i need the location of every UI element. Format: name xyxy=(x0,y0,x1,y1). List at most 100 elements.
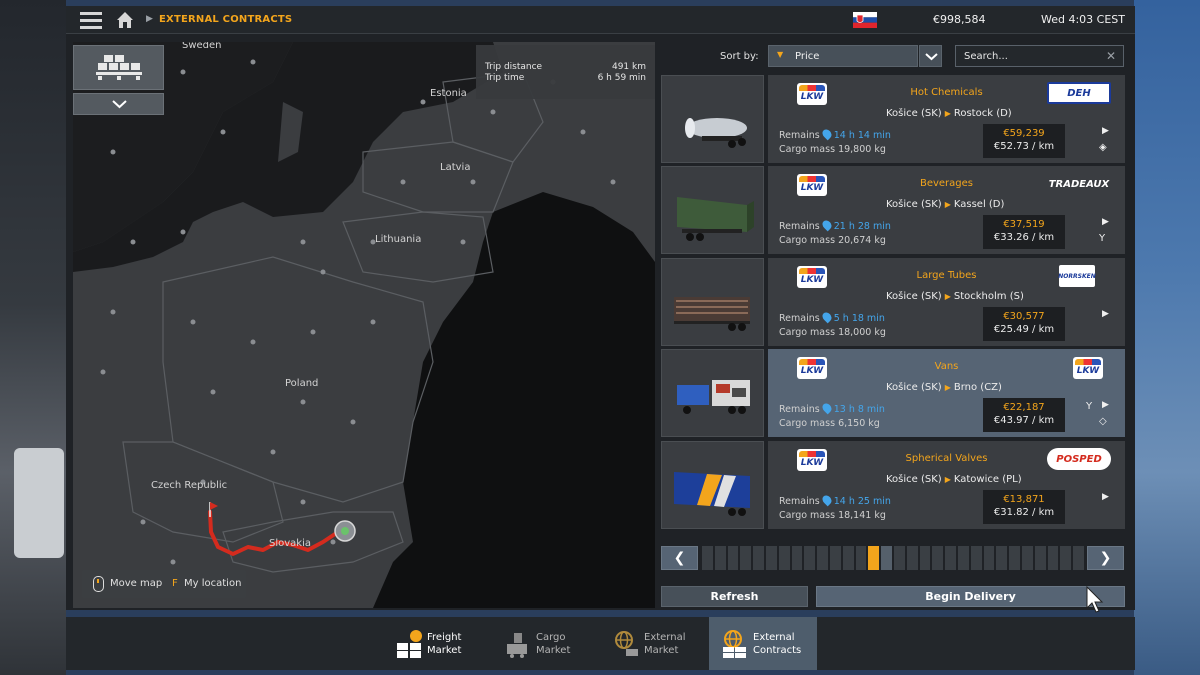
flatbed-tubes-trailer-image xyxy=(674,297,750,331)
refresh-button[interactable]: Refresh xyxy=(661,586,808,607)
job-pay: €37,519 xyxy=(1003,219,1045,230)
tab-cargo-market[interactable]: Cargo Market xyxy=(492,617,600,670)
page-segment xyxy=(919,546,931,570)
page-segment xyxy=(740,546,752,570)
tab-label: External Contracts xyxy=(753,632,802,656)
page-segment xyxy=(727,546,739,570)
sort-value: Price xyxy=(795,51,820,62)
external-market-globe-icon xyxy=(612,629,640,659)
map-label-czech-republic: Czech Republic xyxy=(151,480,228,491)
home-icon[interactable] xyxy=(115,10,135,30)
cargo-mass: Cargo mass 20,674 kg xyxy=(779,235,886,246)
job-pay: €30,577 xyxy=(1003,311,1045,322)
map-label-sweden: Sweden xyxy=(182,42,222,51)
route-map[interactable]: Sweden Estonia Latvia Lithuania Poland C… xyxy=(73,42,655,608)
job-info: LKW Vans Košice (SK) ▶ Brno (CZ) LKW Remai… xyxy=(768,349,1125,437)
route-text: Košice (SK) ▶ Brno (CZ) xyxy=(886,382,1002,393)
company-logo-tradeaux: TRADEAUX xyxy=(1048,178,1110,190)
trailer-thumbnail xyxy=(661,75,764,163)
page-segment xyxy=(1060,546,1072,570)
page-indicator[interactable] xyxy=(700,546,1086,570)
remaining-time: Remains 13 h 8 min xyxy=(779,401,885,415)
price-box: €22,187 €43.97 / km xyxy=(983,398,1065,432)
mouse-icon xyxy=(93,576,104,592)
mouse-cursor-icon xyxy=(1086,585,1104,618)
page-next-button[interactable]: ❯ xyxy=(1087,546,1124,570)
job-card[interactable]: LKW Spherical Valves Košice (SK) ▶ Katowic… xyxy=(661,441,1125,529)
page-segment xyxy=(702,546,713,570)
box-trailer-image xyxy=(674,472,750,516)
background-sky-right xyxy=(1134,0,1200,675)
route-text: Košice (SK) ▶ Rostock (D) xyxy=(886,108,1012,119)
job-pay: €22,187 xyxy=(1003,402,1045,413)
trailer-thumbnail xyxy=(661,258,764,346)
page-segment xyxy=(996,546,1008,570)
f-key-label: F xyxy=(172,578,178,589)
expand-button[interactable] xyxy=(73,93,164,115)
page-segment xyxy=(829,546,841,570)
freight-market-icon xyxy=(395,629,423,659)
page-segment xyxy=(881,546,892,570)
remaining-time: Remains 5 h 18 min xyxy=(779,310,885,324)
remaining-time: Remains 14 h 14 min xyxy=(779,127,891,141)
cargo-mass: Cargo mass 18,141 kg xyxy=(779,510,886,521)
page-segment xyxy=(791,546,803,570)
hamburger-menu-icon[interactable] xyxy=(80,12,102,30)
job-card[interactable]: LKW Beverages Košice (SK) ▶ Kassel (D) TRA… xyxy=(661,166,1125,254)
sort-label: Sort by: xyxy=(720,51,759,62)
external-contracts-globe-icon xyxy=(721,629,749,659)
map-label-estonia: Estonia xyxy=(430,88,467,99)
page-segment xyxy=(1009,546,1020,570)
job-card-selected[interactable]: LKW Vans Košice (SK) ▶ Brno (CZ) LKW Remai… xyxy=(661,349,1125,437)
cargo-market-icon xyxy=(504,629,532,659)
job-info: LKW Spherical Valves Košice (SK) ▶ Katowic… xyxy=(768,441,1125,529)
job-card[interactable]: LKW Hot Chemicals Košice (SK) ▶ Rostock (D… xyxy=(661,75,1125,163)
page-segment xyxy=(817,546,828,570)
job-per-km: €31.82 / km xyxy=(993,507,1055,518)
time-icon xyxy=(820,310,834,324)
sort-dropdown-button[interactable] xyxy=(919,45,942,67)
search-input[interactable]: Search... ✕ xyxy=(955,45,1124,67)
job-per-km: €25.49 / km xyxy=(993,324,1055,335)
move-map-label: Move map xyxy=(110,578,163,589)
route-arrow-icon: ▶ xyxy=(944,475,951,484)
page-segment xyxy=(957,546,969,570)
chevron-left-icon: ❮ xyxy=(673,550,686,566)
tab-freight-market[interactable]: Freight Market xyxy=(383,617,491,670)
valuable-cargo-icon: ◇ xyxy=(1099,416,1107,427)
page-prev-button[interactable]: ❮ xyxy=(661,546,698,570)
chevron-right-icon: ❯ xyxy=(1099,550,1112,566)
job-info: LKW Large Tubes Košice (SK) ▶ Stockholm (S… xyxy=(768,258,1125,346)
company-logo-posped: POSPED xyxy=(1047,448,1111,470)
trailer-thumbnail xyxy=(661,166,764,254)
page-segment-current xyxy=(868,546,880,570)
urgent-arrow-icon: ▶ xyxy=(1102,492,1109,502)
tab-label: Cargo Market xyxy=(536,632,571,656)
fragile-glass-icon: Y xyxy=(1086,401,1093,412)
clear-search-icon[interactable]: ✕ xyxy=(1106,49,1116,63)
page-segment xyxy=(906,546,918,570)
price-box: €13,871 €31.82 / km xyxy=(983,490,1065,524)
tab-external-contracts[interactable]: External Contracts xyxy=(709,617,817,670)
begin-delivery-button[interactable]: Begin Delivery xyxy=(816,586,1125,607)
sort-select[interactable]: ▼ Price xyxy=(768,45,918,67)
game-clock: Wed 4:03 CEST xyxy=(1041,13,1126,26)
tab-external-market[interactable]: External Market xyxy=(600,617,708,670)
cargo-mass: Cargo mass 6,150 kg xyxy=(779,418,880,429)
money-balance: €998,584 xyxy=(933,13,986,26)
map-label-poland: Poland xyxy=(285,378,319,389)
page-segment xyxy=(945,546,956,570)
cargo-mass: Cargo mass 18,000 kg xyxy=(779,327,886,338)
sort-triangle-icon: ▼ xyxy=(777,50,784,59)
route-arrow-icon: ▶ xyxy=(944,383,951,392)
company-logo-lkw: LKW xyxy=(1073,357,1103,379)
cargo-name: Vans xyxy=(934,361,959,372)
urgent-arrow-icon: ▶ xyxy=(1102,309,1109,319)
page-segment xyxy=(1047,546,1059,570)
job-per-km: €43.97 / km xyxy=(993,415,1055,426)
trailer-view-button[interactable] xyxy=(73,45,164,90)
chevron-down-icon xyxy=(925,53,938,61)
map-label-slovakia: Slovakia xyxy=(269,538,311,549)
job-card[interactable]: LKW Large Tubes Košice (SK) ▶ Stockholm (S… xyxy=(661,258,1125,346)
chevron-down-icon xyxy=(112,100,127,109)
